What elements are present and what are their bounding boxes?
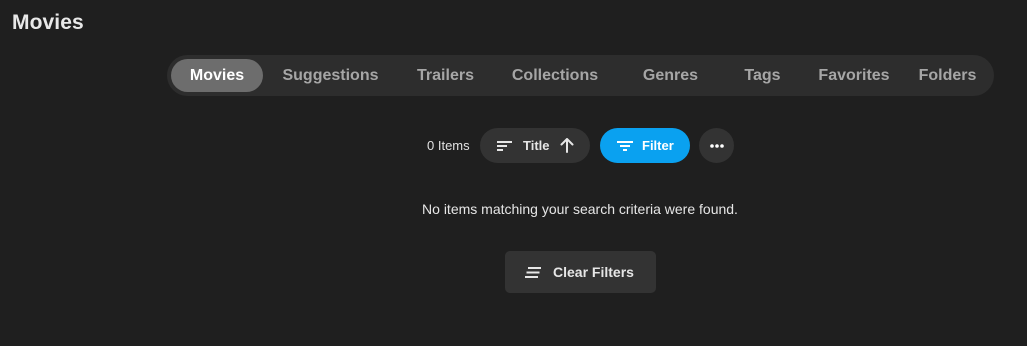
tab-tags[interactable]: Tags xyxy=(724,59,801,92)
tab-movies[interactable]: Movies xyxy=(171,59,263,92)
clear-filter-icon xyxy=(525,266,542,279)
page-title: Movies xyxy=(12,11,84,34)
items-count: 0 Items xyxy=(427,138,470,153)
sort-label: Title xyxy=(523,138,550,153)
tab-folders[interactable]: Folders xyxy=(907,59,988,92)
filter-icon xyxy=(617,139,633,153)
sort-button[interactable]: Title xyxy=(480,128,590,163)
more-horizontal-icon xyxy=(709,143,724,148)
tab-favorites[interactable]: Favorites xyxy=(801,59,907,92)
more-options-button[interactable] xyxy=(699,128,734,163)
list-toolbar: 0 Items Title Filter xyxy=(0,128,1027,163)
tab-trailers[interactable]: Trailers xyxy=(398,59,493,92)
tab-genres[interactable]: Genres xyxy=(617,59,724,92)
clear-filters-label: Clear Filters xyxy=(553,264,634,280)
arrow-up-icon xyxy=(560,138,574,153)
tab-bar: Movies Suggestions Trailers Collections … xyxy=(167,55,994,96)
clear-filters-button[interactable]: Clear Filters xyxy=(505,251,656,293)
tab-suggestions[interactable]: Suggestions xyxy=(263,59,398,92)
empty-state-message: No items matching your search criteria w… xyxy=(422,201,738,217)
sort-lines-icon xyxy=(497,139,513,153)
tab-collections[interactable]: Collections xyxy=(493,59,617,92)
filter-button[interactable]: Filter xyxy=(600,128,690,163)
filter-label: Filter xyxy=(642,138,674,153)
